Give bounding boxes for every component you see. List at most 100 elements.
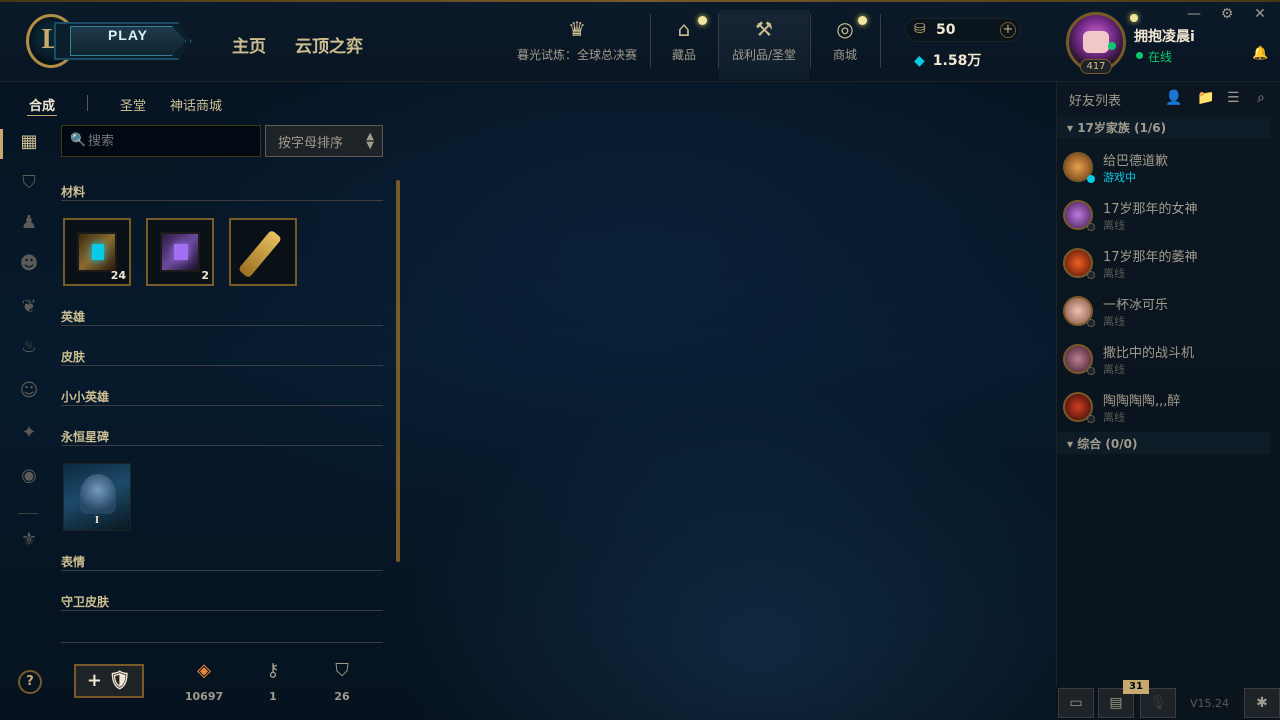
key-fragment-icon: ⚷ [266, 660, 280, 681]
search-input[interactable] [88, 130, 256, 152]
status-dot [1087, 367, 1095, 375]
tab-mythic-shop[interactable]: 神话商城 [170, 95, 222, 114]
section-skins[interactable]: 皮肤 [61, 346, 383, 366]
rune-icon[interactable]: ⚜ [18, 529, 40, 551]
orange-essence-icon: ◈ [197, 660, 211, 681]
nav-home[interactable]: 主页 [232, 32, 266, 57]
search-field: 🔍 [61, 125, 261, 157]
friend-item[interactable]: 一杯冰可乐 离线 [1057, 288, 1271, 336]
friend-item[interactable]: 17岁那年的萎神 离线 [1057, 240, 1271, 288]
top-bar: L PLAY 主页 云顶之弈 ♛ 暮光试炼：全球总决赛 ⌂ 藏品 ⚒ 战利品/圣… [0, 0, 1280, 82]
all-items-icon[interactable]: ▦ [18, 131, 40, 153]
user-name[interactable]: 拥抱凌晨i [1134, 26, 1195, 46]
status-dot [1087, 223, 1095, 231]
key-fragment-counter: ⚷ 1 [243, 660, 303, 703]
status-dot [1087, 319, 1095, 327]
divider [18, 513, 38, 514]
section-ward-skins[interactable]: 守卫皮肤 [61, 591, 383, 611]
worlds-trophy-icon: ♛ [568, 17, 586, 41]
emote-icon[interactable]: ☺ [18, 380, 40, 402]
masterwork-chest-icon [160, 232, 200, 272]
eternals-tile[interactable]: I [63, 463, 131, 531]
divider [61, 642, 383, 643]
buy-rp-button[interactable]: + [1000, 22, 1016, 38]
section-emotes[interactable]: 表情 [61, 551, 383, 571]
category-nav: ▦ ⛉ ♟ ☻ ❦ ♨ ☺ ✦ ◉ ⚜ [0, 125, 60, 565]
status-dot [1087, 271, 1095, 279]
friend-item[interactable]: 撒比中的战斗机 离线 [1057, 336, 1271, 384]
champion-icon[interactable]: ♟ [18, 212, 40, 234]
eternals-flame-icon[interactable]: ♨ [18, 336, 40, 358]
divider [650, 14, 651, 68]
blue-essence-icon: ◆ [914, 53, 925, 69]
help-button[interactable]: ? [18, 670, 42, 694]
skin-mask-icon[interactable]: ☻ [18, 253, 40, 275]
hextech-chest-tile[interactable]: 24 [63, 218, 131, 286]
section-champions[interactable]: 英雄 [61, 306, 383, 326]
settings-icon[interactable]: ⚙ [1219, 6, 1235, 22]
chat-icon[interactable]: ▭ [1058, 688, 1094, 718]
notification-dot [698, 16, 707, 25]
friend-group[interactable]: ▾ 17岁家族 (1/6) [1057, 116, 1271, 138]
section-eternals[interactable]: 永恒星碑 [61, 426, 383, 446]
add-friend-icon[interactable]: 👤 [1165, 90, 1182, 106]
collection-icon: ⌂ [677, 17, 691, 41]
play-button[interactable]: PLAY [54, 22, 192, 60]
search-icon: 🔍 [70, 133, 87, 148]
friend-item[interactable]: 陶陶陶陶,,,醉 离线 [1057, 384, 1271, 432]
minimize-icon[interactable]: — [1186, 6, 1202, 22]
version-label: V15.24 [1190, 697, 1230, 710]
active-indicator [0, 129, 3, 159]
store-icon: ◎ [836, 17, 854, 41]
nav-tft[interactable]: 云顶之弈 [295, 32, 363, 57]
hextech-key-tile[interactable] [229, 218, 297, 286]
notification-dot [1130, 14, 1138, 22]
scrollbar[interactable] [396, 180, 400, 562]
divider [87, 95, 88, 111]
tab-crafting[interactable]: 合成 [29, 95, 55, 114]
be-balance: ◆ 1.58万 [914, 53, 982, 69]
icon-profile-icon[interactable]: ◉ [18, 465, 40, 487]
search-icon[interactable]: ⌕ [1257, 90, 1265, 106]
bell-icon[interactable]: 🔔 [1252, 46, 1268, 61]
bug-report-icon[interactable]: ✱ [1244, 688, 1280, 718]
chest-icon[interactable]: ⛉ [18, 172, 40, 194]
friend-group[interactable]: ▾ 综合 (0/0) [1057, 432, 1271, 454]
friend-item[interactable]: 给巴德道歉 游戏中 [1057, 144, 1271, 192]
status-dot [1087, 415, 1095, 423]
status-dot [1136, 52, 1143, 59]
chevron-updown-icon: ▲ ▼ [366, 131, 374, 151]
list-view-icon[interactable]: ☰ [1227, 90, 1240, 106]
add-chest-button[interactable]: + 🛡 [74, 664, 144, 698]
tab-sanctum[interactable]: 圣堂 [120, 95, 146, 114]
divider [880, 14, 881, 68]
section-materials[interactable]: 材料 [61, 181, 383, 201]
online-dot [1108, 42, 1116, 50]
close-icon[interactable]: ✕ [1252, 6, 1268, 22]
user-status[interactable]: 在线 [1148, 48, 1172, 65]
missions-count-badge: 31 [1123, 680, 1149, 694]
ward-icon[interactable]: ✦ [18, 422, 40, 444]
little-legend-icon[interactable]: ❦ [18, 296, 40, 318]
sort-dropdown[interactable]: 按字母排序 ▲ ▼ [265, 125, 383, 157]
add-folder-icon[interactable]: 📁 [1197, 90, 1214, 106]
token-counter: ⛉ 26 [312, 660, 372, 703]
divider [810, 14, 811, 68]
loot-icon: ⚒ [755, 17, 773, 41]
section-little-legends[interactable]: 小小英雄 [61, 386, 383, 406]
friend-item[interactable]: 17岁那年的女神 离线 [1057, 192, 1271, 240]
friends-panel: 好友列表 👤 📁 ☰ ⌕ ▾ 17岁家族 (1/6) 给巴德道歉 游戏中 17岁… [1056, 82, 1280, 720]
orange-essence-counter: ◈ 10697 [174, 660, 234, 703]
eternals-emblem-icon [80, 474, 116, 514]
rp-icon: ⛁ [914, 21, 926, 37]
loot-button[interactable]: ⚒ 战利品/圣堂 [719, 10, 809, 80]
level-badge: 417 [1080, 59, 1112, 74]
friends-title: 好友列表 [1069, 94, 1122, 109]
notification-dot [858, 16, 867, 25]
status-dot [1087, 175, 1095, 183]
token-icon: ⛉ [335, 660, 349, 681]
event-pass-button[interactable]: ♛ 暮光试炼：全球总决赛 [512, 10, 642, 80]
masterwork-chest-tile[interactable]: 2 [146, 218, 214, 286]
hextech-chest-icon [77, 232, 117, 272]
play-button-label: PLAY [70, 26, 186, 56]
